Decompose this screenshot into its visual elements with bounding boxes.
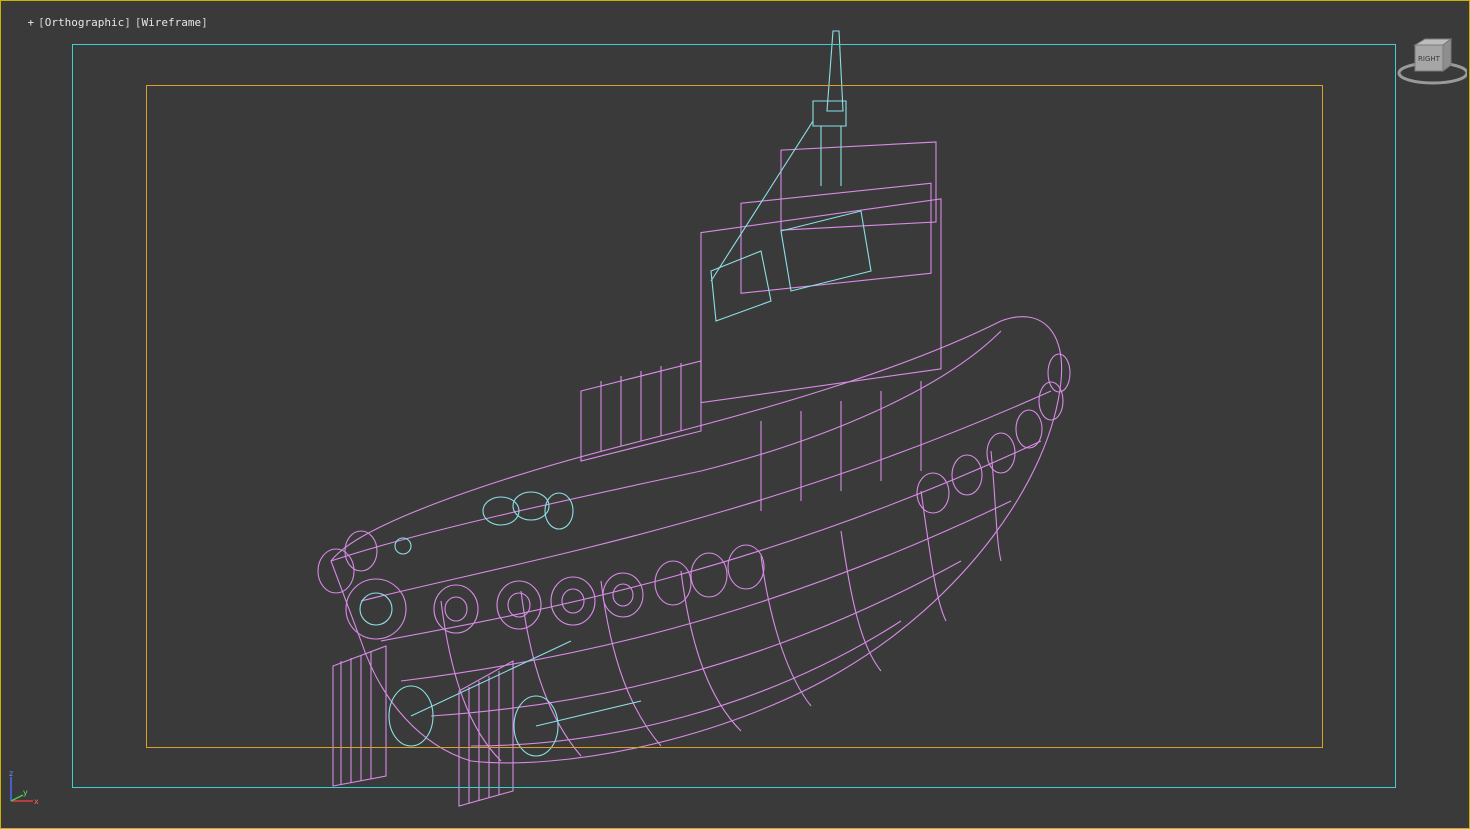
axis-x-label: x xyxy=(34,797,39,806)
viewcube-face-label: RIGHT xyxy=(1418,55,1441,63)
viewport-shading-label[interactable]: Wireframe xyxy=(141,16,201,29)
viewport-menu-plus[interactable]: + xyxy=(28,16,35,29)
viewcube-icon[interactable]: RIGHT xyxy=(1395,37,1467,89)
safe-frame-inner xyxy=(146,85,1323,748)
viewport-view-label[interactable]: Orthographic xyxy=(45,16,124,29)
axis-z-label: z xyxy=(9,769,13,778)
viewport-orthographic[interactable]: + [Orthographic] [Wireframe] RIGHT z y x xyxy=(0,0,1470,829)
viewport-label: + [Orthographic] [Wireframe] xyxy=(27,16,208,29)
axis-tripod-icon: z y x xyxy=(9,769,39,806)
axis-y-label: y xyxy=(23,788,28,797)
